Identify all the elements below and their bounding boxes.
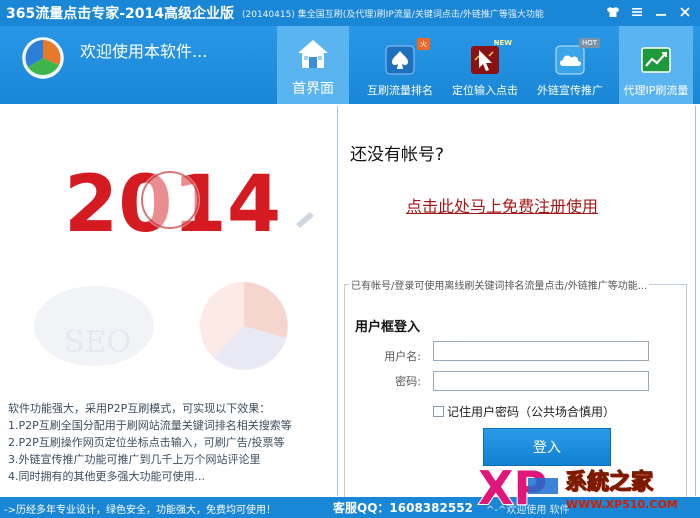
welcome-text: 欢迎使用本软件... <box>80 42 208 61</box>
new-badge: NEW <box>493 39 512 47</box>
decorative-background-icon: SEO <box>34 282 288 370</box>
nav-locate-label: 定位输入点击 <box>452 84 518 97</box>
app-logo-icon <box>22 37 64 79</box>
feature-list: 软件功能强大，采用P2P互刷模式，可实现以下效果： 1.P2P互刷全国分配用于刷… <box>8 400 336 485</box>
status-message: ->历经多年专业设计，绿色安全，功能强大，免费均可使用！ <box>4 505 276 516</box>
cloud-icon: HOT <box>554 38 600 76</box>
password-label: 密码: <box>395 375 421 388</box>
login-caption: 已有帐号/登录可使用离线刷关键词排名流量点击/外链推广等功能... <box>349 277 650 292</box>
app-title: 365流量点击专家-2014高级企业版 <box>6 6 234 22</box>
year-2014-graphic: 2014 <box>64 160 314 246</box>
home-icon <box>298 40 328 68</box>
support-qq: 客服QQ：1608382552 <box>333 501 473 515</box>
menu-icon[interactable] <box>626 4 648 20</box>
feature-item: 3.外链宣传推广功能可推广到几千上万个网站评论里 <box>8 453 261 466</box>
skin-icon[interactable] <box>602 4 624 20</box>
app-subtitle: (20140415) 集全国互刷(及代理)刷IP流量/关键词点击/外链推广等强大… <box>242 9 544 20</box>
nav-home-label: 首界面 <box>292 81 334 97</box>
nav-home[interactable]: 首界面 <box>277 26 349 104</box>
hot-badge: HOT <box>578 38 600 48</box>
hot-badge: 火 <box>417 38 430 50</box>
cursor-icon: NEW <box>469 39 512 76</box>
close-icon[interactable] <box>674 4 696 20</box>
minimize-icon[interactable] <box>650 4 672 20</box>
site-watermark: XP 系統之家 WWW.XP510.COM <box>470 456 700 518</box>
password-input[interactable] <box>433 371 649 391</box>
feature-item: 1.P2P互刷全国分配用于刷网站流量关键词排名相关搜索等 <box>8 419 292 432</box>
watermark-brand: 系統之家 <box>564 470 654 496</box>
nav-traffic-rank[interactable]: 火 互刷流量排名 <box>364 26 436 104</box>
nav-locate-click[interactable]: NEW 定位输入点击 <box>449 26 521 104</box>
remember-label: 记住用户密码（公共场合慎用） <box>447 405 616 419</box>
svg-text:SEO: SEO <box>64 325 131 360</box>
feature-intro: 软件功能强大，采用P2P互刷模式，可实现以下效果： <box>8 402 271 415</box>
spade-icon: 火 <box>384 38 430 76</box>
title-bar: 365流量点击专家-2014高级企业版 (20140415) 集全国互刷(及代理… <box>0 0 700 26</box>
nav-link-promotion[interactable]: HOT 外链宣传推广 <box>534 26 606 104</box>
register-link[interactable]: 点击此处马上免费注册使用 <box>406 193 598 217</box>
header-toolbar: 欢迎使用本软件... 首界面 火 互刷流量排名 NEW 定位输入点击 HOT 外… <box>0 26 700 104</box>
watermark-url: WWW.XP510.COM <box>566 498 678 511</box>
nav-proxy-ip[interactable]: 代理IP刷流量 <box>619 26 693 104</box>
feature-item: 4.同时拥有的其他更多强大功能可使用... <box>8 470 205 483</box>
nav-promo-label: 外链宣传推广 <box>537 84 603 97</box>
left-panel: 2014 SEO 软件功能强大，采用P2P互刷模式，可实现以下效果： 1.P2P… <box>4 106 337 496</box>
nav-proxy-label: 代理IP刷流量 <box>623 84 689 97</box>
remember-password[interactable]: 记住用户密码（公共场合慎用） <box>433 403 615 420</box>
username-label: 用户名: <box>384 350 421 363</box>
right-panel: 还没有帐号? 点击此处马上免费注册使用 已有帐号/登录可使用离线刷关键词排名流量… <box>337 106 696 504</box>
window-controls <box>602 4 696 20</box>
nav-rank-label: 互刷流量排名 <box>367 84 433 97</box>
login-title: 用户框登入 <box>355 320 421 335</box>
chart-icon <box>641 47 671 73</box>
no-account-heading: 还没有帐号? <box>350 145 445 165</box>
remember-checkbox[interactable] <box>433 406 444 417</box>
username-input[interactable] <box>433 341 649 361</box>
xp-logo-icon: XP <box>477 460 558 512</box>
feature-item: 2.P2P互刷操作网页定位坐标点击输入，可刷广告/投票等 <box>8 436 285 449</box>
